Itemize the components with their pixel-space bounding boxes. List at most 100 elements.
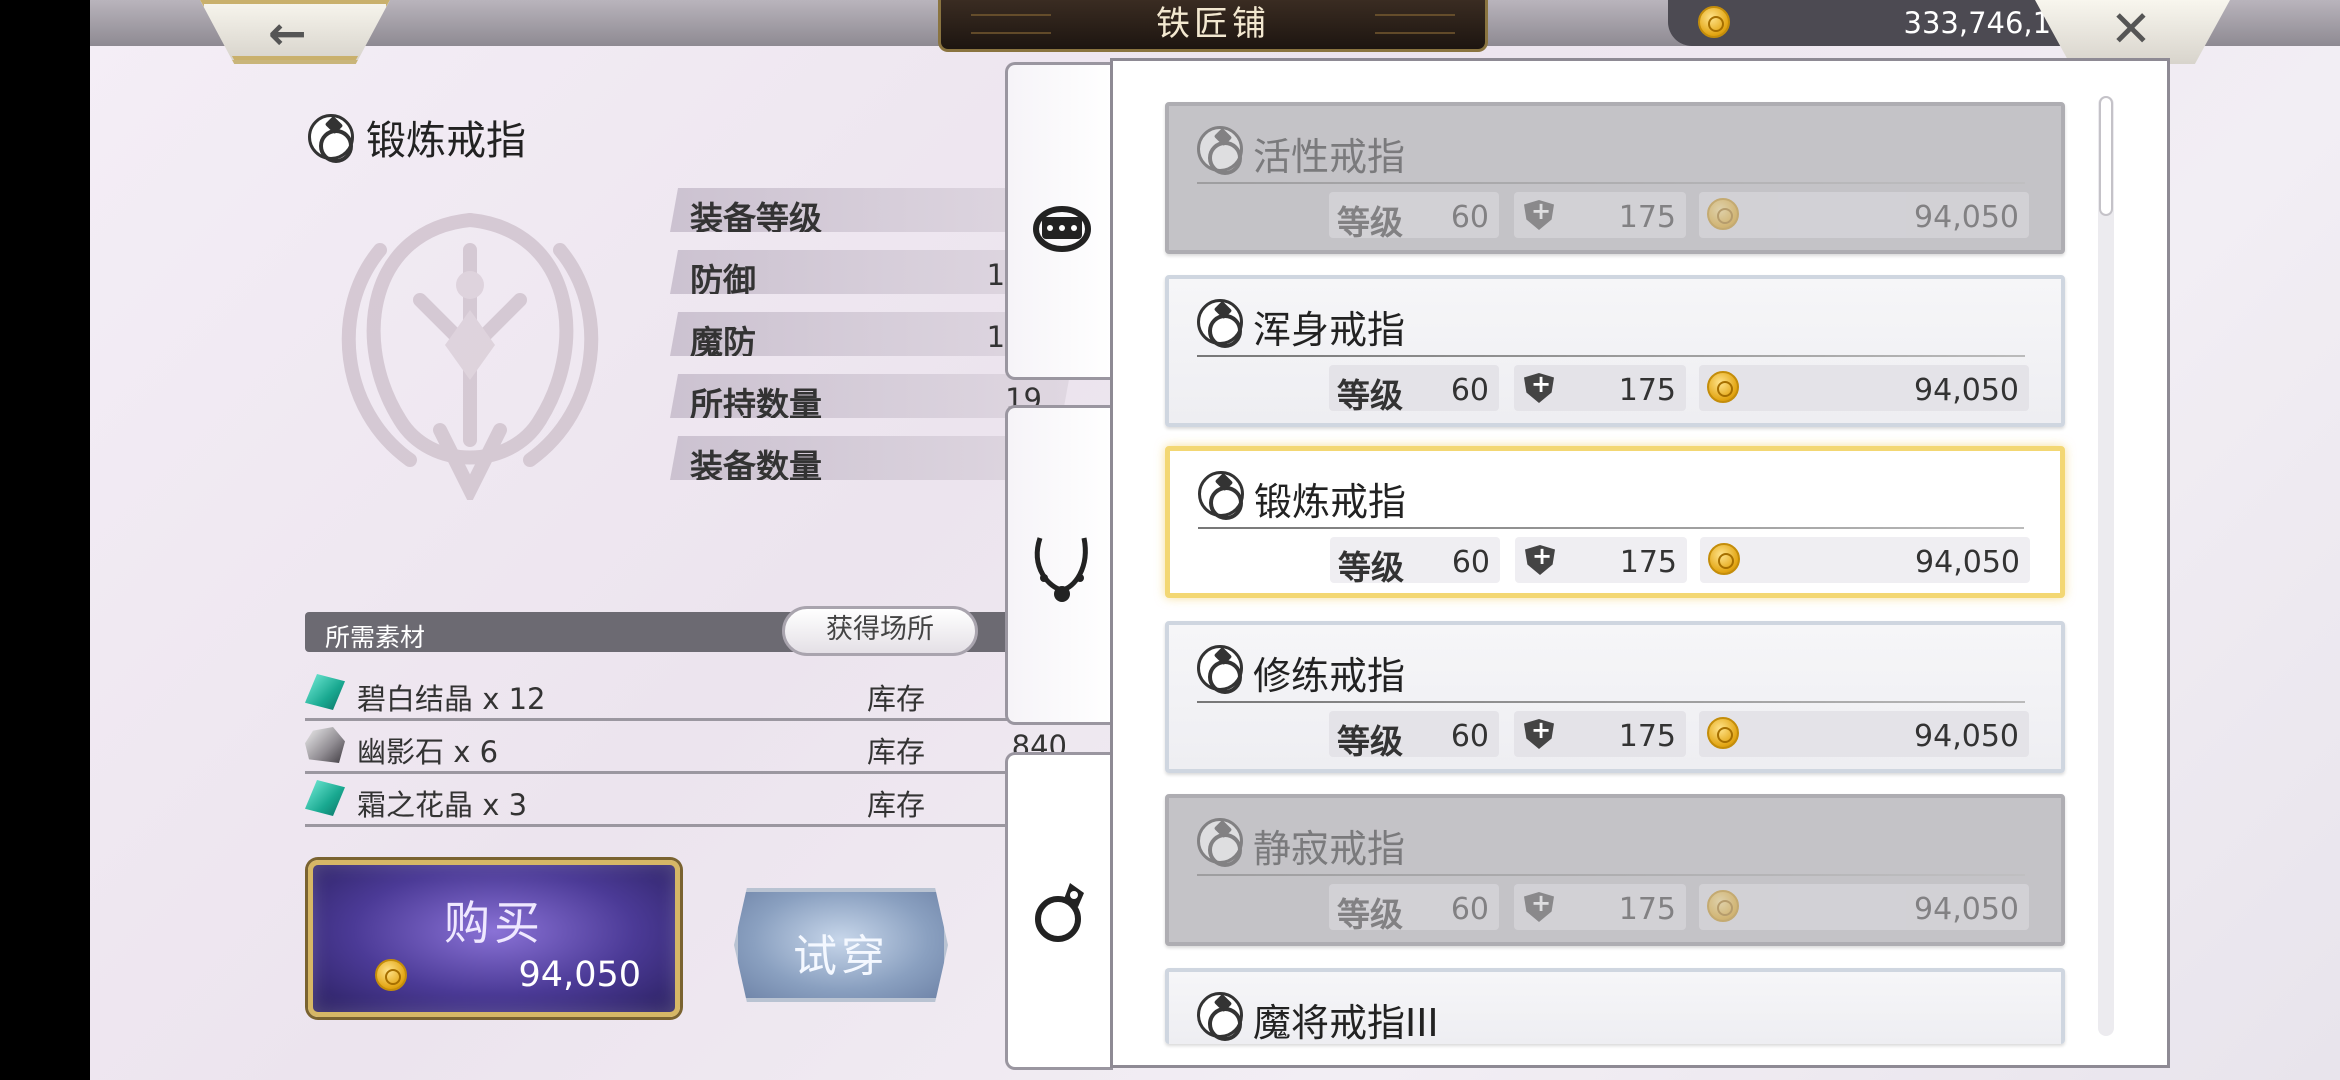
divider: [1197, 355, 2025, 357]
page-title: 铁匠铺: [938, 0, 1488, 52]
equipment-emblem-icon: [341, 213, 599, 500]
list-item[interactable]: 幽影石 x 6 库存 840: [305, 721, 1067, 774]
level-value: 60: [1450, 200, 1489, 235]
gold-coin-icon: [1707, 890, 1739, 922]
level-value: 60: [1450, 719, 1489, 754]
level-label: 等级: [1337, 722, 1403, 761]
item-name: 锻炼戒指: [1254, 480, 1407, 524]
ring-icon: [1198, 471, 1244, 520]
list-scrollbar[interactable]: [2098, 96, 2114, 1036]
level-cell: 等级 60: [1330, 537, 1500, 587]
item-name: 浑身戒指: [1253, 308, 1406, 352]
materials-label: 所需素材: [325, 623, 426, 652]
magic-defense-cell: 175: [1514, 365, 1686, 411]
acquire-location-button[interactable]: 获得场所: [782, 606, 978, 656]
item-name: 修练戒指: [1253, 654, 1406, 698]
material-name: 碧白结晶 x 12: [357, 682, 546, 716]
price-value: 94,050: [1914, 719, 2019, 754]
divider: [1197, 701, 2025, 703]
list-item-selected[interactable]: 锻炼戒指 等级 60 175 94,050: [1165, 446, 2065, 598]
item-name: 活性戒指: [1253, 135, 1406, 179]
stat-label: 防御: [690, 261, 756, 300]
buy-price: 94,050: [518, 955, 641, 995]
gold-coin-icon: [375, 959, 407, 991]
back-arrow-icon: ←: [268, 6, 307, 60]
list-item[interactable]: 静寂戒指 等级 60 175 94,050: [1165, 794, 2065, 946]
list-item[interactable]: 浑身戒指 等级 60 175 94,050: [1165, 275, 2065, 427]
stat-label: 魔防: [690, 323, 756, 362]
shop-screen: ← 铁匠铺 333,746,168 ✕ 锻炼戒指 装备等级 防御 魔防 所持数量…: [90, 0, 2340, 1080]
title-ornament-left: [971, 14, 1051, 34]
ring-icon: [1197, 992, 1243, 1041]
title-ornament-right: [1375, 14, 1455, 34]
magic-defense-value: 175: [1618, 892, 1676, 927]
list-item[interactable]: 霜之花晶 x 3 库存 26: [305, 774, 1067, 827]
shield-icon: [1524, 200, 1554, 230]
bracelet-icon: [1033, 206, 1091, 252]
ring-icon: [1197, 299, 1243, 348]
magic-defense-value: 175: [1618, 719, 1676, 754]
level-label: 等级: [1337, 203, 1403, 242]
price-cell: 94,050: [1699, 711, 2029, 757]
level-cell: 等级 60: [1329, 192, 1499, 242]
magic-defense-cell: 175: [1514, 711, 1686, 757]
magic-defense-value: 175: [1619, 545, 1677, 580]
item-name: 魔将戒指III: [1253, 1001, 1439, 1044]
material-name: 幽影石 x 6: [357, 735, 499, 769]
ring-icon: [1197, 818, 1243, 867]
necklace-icon: [1034, 537, 1088, 602]
tab-necklace[interactable]: [1005, 405, 1113, 725]
buy-label: 购买: [444, 896, 544, 950]
price-value: 94,050: [1914, 200, 2019, 235]
level-label: 等级: [1338, 548, 1404, 587]
ring-icon: [1197, 645, 1243, 694]
selected-item-title: 锻炼戒指: [308, 108, 526, 166]
tab-ring[interactable]: [1005, 752, 1113, 1070]
price-cell: 94,050: [1699, 192, 2029, 238]
list-item[interactable]: 修练戒指 等级 60 175 94,050: [1165, 621, 2065, 773]
selected-item-name: 锻炼戒指: [366, 118, 526, 164]
gold-coin-icon: [1708, 543, 1740, 575]
stock-label: 库存: [867, 735, 926, 769]
gold-coin-icon: [1707, 371, 1739, 403]
tab-bracelet[interactable]: [1005, 62, 1113, 380]
item-name: 静寂戒指: [1253, 827, 1406, 871]
price-value: 94,050: [1914, 892, 2019, 927]
shield-icon: [1524, 892, 1554, 922]
gem-icon: [305, 674, 345, 710]
list-item[interactable]: 碧白结晶 x 12 库存 177: [305, 668, 1067, 721]
price-cell: 94,050: [1700, 537, 2030, 583]
list-item[interactable]: 活性戒指 等级 60 175 94,050: [1165, 102, 2065, 254]
stock-label: 库存: [867, 788, 926, 822]
ring-icon: [1197, 126, 1243, 175]
back-button[interactable]: ←: [200, 0, 390, 64]
scrollbar-thumb[interactable]: [2099, 96, 2113, 216]
level-cell: 等级 60: [1329, 711, 1499, 761]
gem-icon: [305, 780, 345, 816]
ring-icon: [308, 114, 354, 163]
close-icon: ✕: [2110, 0, 2152, 58]
gold-coin-icon: [1698, 6, 1730, 38]
try-on-button[interactable]: 试穿: [734, 888, 948, 1002]
materials-list: 碧白结晶 x 12 库存 177 幽影石 x 6 库存 840 霜之花晶 x 3…: [305, 668, 1067, 827]
level-label: 等级: [1337, 895, 1403, 934]
price-cell: 94,050: [1699, 884, 2029, 930]
stat-label: 所持数量: [690, 385, 822, 424]
stock-label: 库存: [867, 682, 926, 716]
level-value: 60: [1451, 545, 1490, 580]
magic-defense-value: 175: [1618, 373, 1676, 408]
price-value: 94,050: [1914, 373, 2019, 408]
level-value: 60: [1450, 892, 1489, 927]
gold-coin-icon: [1707, 198, 1739, 230]
ring-icon: [1035, 883, 1084, 942]
stone-icon: [305, 727, 345, 763]
level-cell: 等级 60: [1329, 365, 1499, 415]
try-on-label: 试穿: [793, 931, 889, 982]
close-button[interactable]: ✕: [2035, 0, 2230, 64]
magic-defense-cell: 175: [1514, 192, 1686, 238]
level-cell: 等级 60: [1329, 884, 1499, 934]
buy-button[interactable]: 购买 94,050: [308, 860, 680, 1017]
list-item[interactable]: 魔将戒指III: [1165, 968, 2065, 1044]
price-cell: 94,050: [1699, 365, 2029, 411]
stat-label: 装备数量: [690, 447, 822, 486]
